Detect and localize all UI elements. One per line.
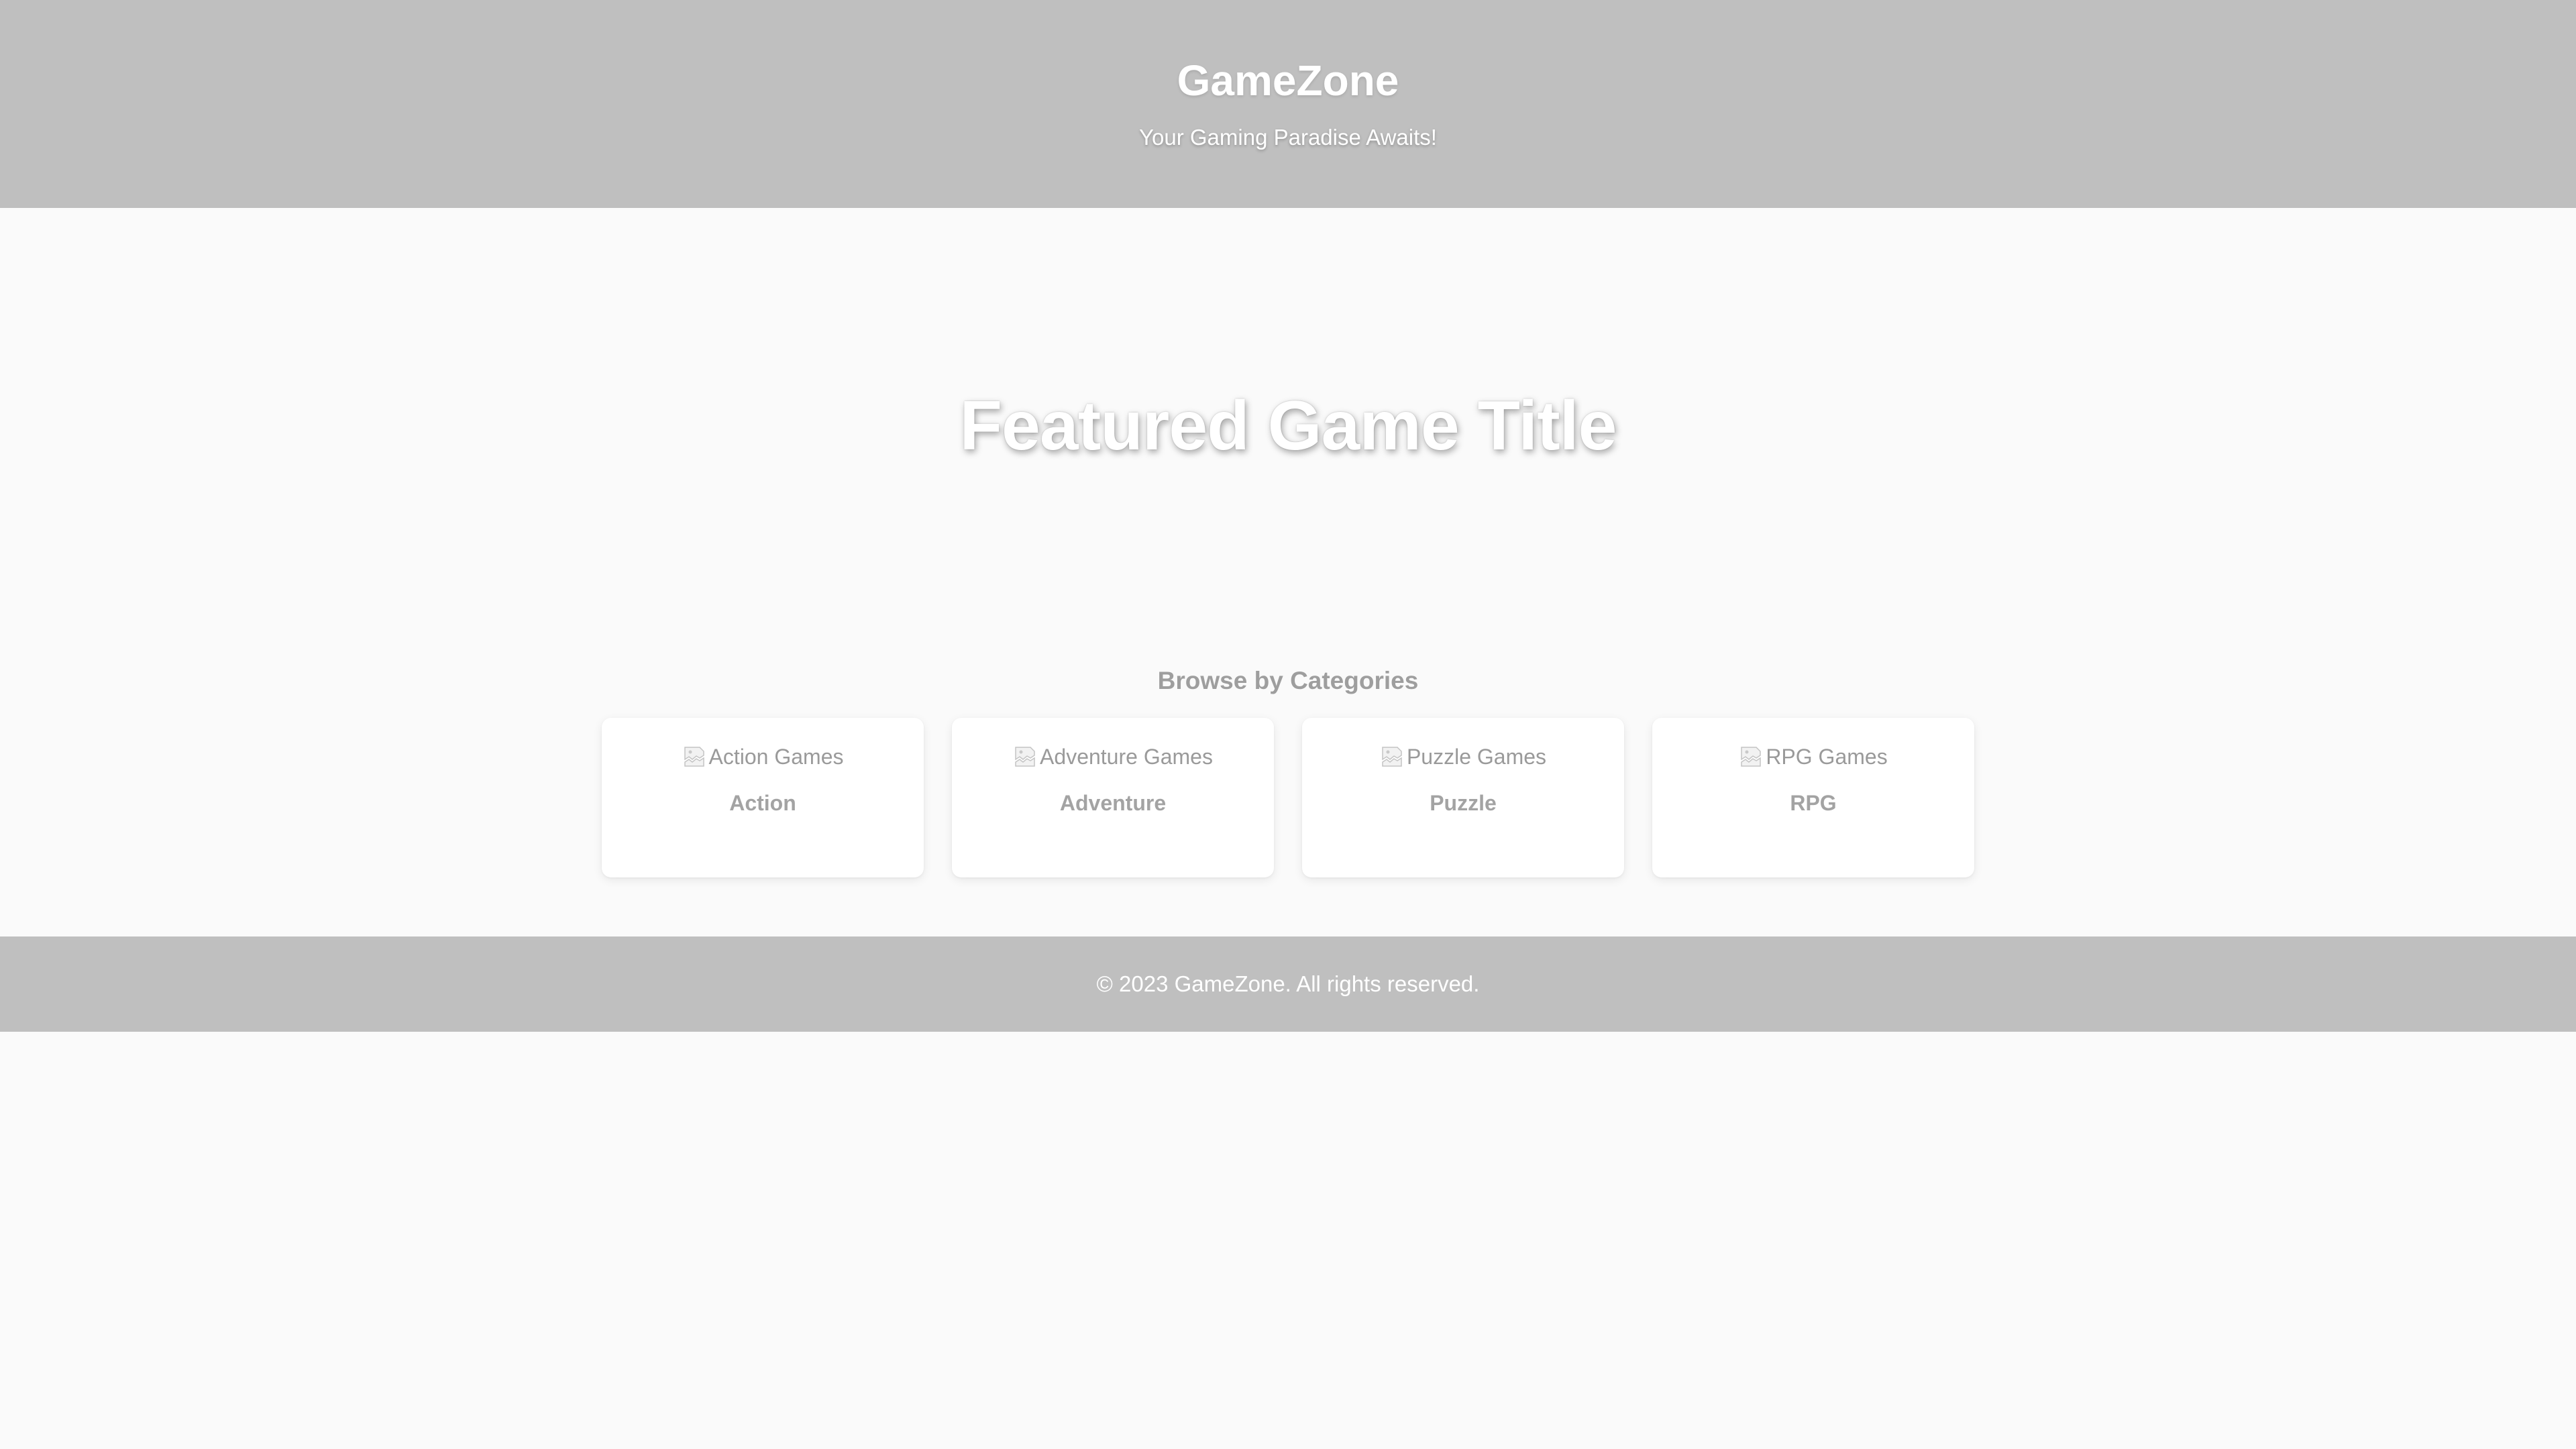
category-image-alt: Puzzle Games (1406, 744, 1547, 769)
category-name: Adventure (1059, 791, 1167, 815)
broken-image-icon (1741, 747, 1762, 767)
broken-image-icon (1015, 747, 1035, 767)
category-card-rpg[interactable]: RPG Games RPG (1652, 718, 1974, 877)
category-card-adventure[interactable]: Adventure Games Adventure (952, 718, 1274, 877)
hero-banner[interactable]: Featured Game Title (0, 208, 2576, 644)
site-header: GameZone Your Gaming Paradise Awaits! (0, 0, 2576, 208)
site-tagline: Your Gaming Paradise Awaits! (1139, 125, 1437, 150)
category-image: Action Games (682, 741, 844, 773)
copyright-text: © 2023 GameZone. All rights reserved. (1096, 971, 1480, 996)
category-card-action[interactable]: Action Games Action (602, 718, 924, 877)
category-image: RPG Games (1739, 741, 1888, 773)
broken-image-icon (684, 747, 704, 767)
site-title: GameZone (1177, 56, 1399, 105)
category-name: Action (729, 791, 796, 815)
category-image-alt: RPG Games (1766, 744, 1888, 769)
category-name: RPG (1790, 791, 1837, 815)
category-card-puzzle[interactable]: Puzzle Games Puzzle (1302, 718, 1624, 877)
categories-section: Browse by Categories Action Games Action (0, 644, 2576, 936)
category-image: Puzzle Games (1380, 741, 1546, 773)
broken-image-icon (1382, 747, 1402, 767)
categories-heading: Browse by Categories (1157, 667, 1419, 694)
category-grid: Action Games Action Adventure Games Adve… (0, 718, 2576, 877)
category-image-alt: Action Games (708, 744, 844, 769)
site-footer: © 2023 GameZone. All rights reserved. (0, 936, 2576, 1032)
category-image: Adventure Games (1013, 741, 1213, 773)
category-name: Puzzle (1430, 791, 1497, 815)
category-image-alt: Adventure Games (1040, 744, 1213, 769)
featured-game-title[interactable]: Featured Game Title (960, 386, 1617, 466)
